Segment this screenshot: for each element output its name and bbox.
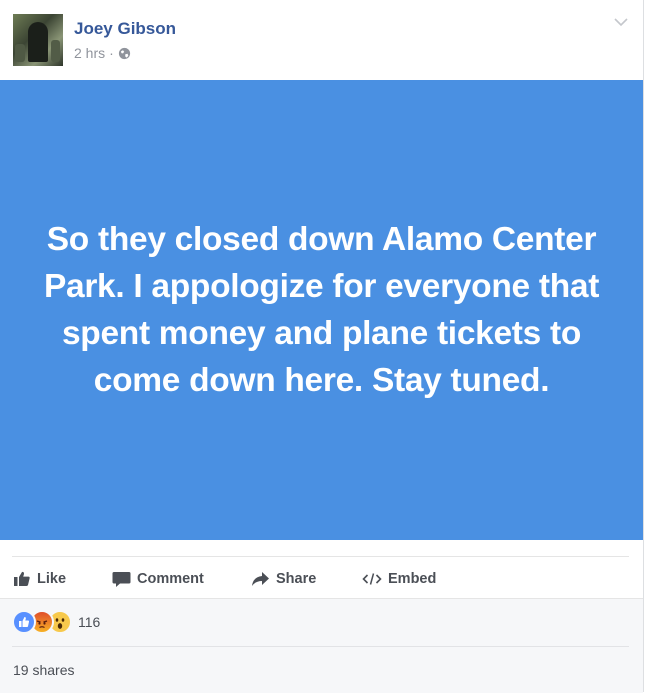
divider bbox=[12, 556, 629, 557]
reaction-count[interactable]: 116 bbox=[78, 614, 100, 630]
code-icon bbox=[362, 572, 382, 586]
chevron-down-icon[interactable] bbox=[612, 14, 630, 30]
avatar[interactable] bbox=[13, 14, 63, 66]
meta-separator: · bbox=[109, 45, 114, 61]
share-arrow-icon bbox=[251, 571, 270, 587]
action-bar: Like Comment Share Embed bbox=[0, 560, 643, 596]
reactions-summary[interactable]: 116 bbox=[12, 610, 100, 634]
post-card: Joey Gibson 2 hrs · So they closed down … bbox=[0, 0, 644, 693]
timestamp[interactable]: 2 hrs bbox=[74, 45, 105, 61]
post-header: Joey Gibson 2 hrs · bbox=[0, 0, 643, 80]
comment-icon bbox=[112, 571, 131, 588]
shares-count[interactable]: 19 shares bbox=[13, 662, 74, 678]
comment-button[interactable]: Comment bbox=[112, 569, 204, 589]
author-name[interactable]: Joey Gibson bbox=[74, 19, 176, 39]
globe-icon[interactable] bbox=[118, 47, 131, 60]
share-label: Share bbox=[276, 571, 317, 587]
like-button[interactable]: Like bbox=[13, 569, 66, 589]
comment-label: Comment bbox=[137, 571, 204, 587]
like-reaction-icon bbox=[12, 610, 36, 634]
engagement-footer: 116 19 shares bbox=[0, 598, 643, 693]
divider bbox=[12, 646, 629, 647]
like-label: Like bbox=[37, 571, 67, 587]
status-banner: So they closed down Alamo Center Park. I… bbox=[0, 80, 643, 540]
post-meta: 2 hrs · bbox=[74, 45, 131, 61]
embed-label: Embed bbox=[388, 571, 437, 587]
post-text: So they closed down Alamo Center Park. I… bbox=[43, 221, 600, 399]
share-button[interactable]: Share bbox=[251, 569, 316, 589]
thumbs-up-icon bbox=[13, 571, 31, 587]
embed-button[interactable]: Embed bbox=[362, 569, 436, 589]
